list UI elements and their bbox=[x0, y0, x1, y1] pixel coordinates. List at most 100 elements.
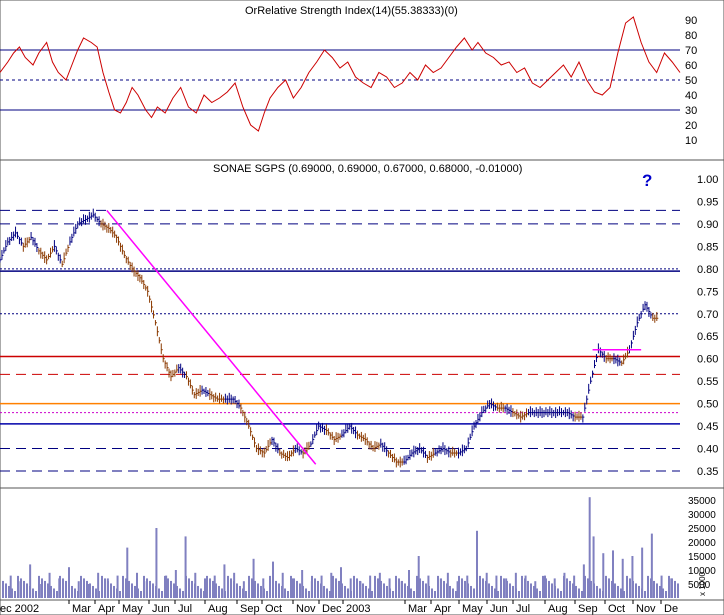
rsi-panel: OrRelative Strength Index(14)(55.38333)(… bbox=[0, 0, 724, 161]
volume-bar bbox=[296, 580, 298, 598]
volume-bar bbox=[8, 585, 10, 598]
rsi-tick-label: 80 bbox=[685, 30, 697, 42]
x-axis-label: Jul bbox=[516, 603, 530, 615]
volume-bar bbox=[365, 585, 367, 598]
volume-bar bbox=[479, 575, 481, 598]
volume-bar bbox=[188, 578, 190, 598]
volume-bar bbox=[128, 580, 130, 598]
volume-bar bbox=[173, 583, 175, 598]
volume-bar bbox=[560, 591, 562, 598]
volume-bar bbox=[427, 575, 430, 598]
x-axis-label: Aug bbox=[208, 603, 228, 615]
volume-bar bbox=[356, 578, 358, 598]
volume-bar bbox=[68, 567, 70, 598]
volume-bar bbox=[19, 581, 22, 598]
volume-bar bbox=[417, 556, 420, 598]
volume-bar bbox=[165, 575, 168, 598]
x-axis-label: May bbox=[462, 603, 483, 615]
volume-bar bbox=[262, 578, 265, 598]
volume-bar bbox=[656, 583, 658, 598]
price-tick-label: 0.95 bbox=[697, 196, 718, 208]
volume-bar bbox=[95, 588, 97, 598]
volume-bar bbox=[456, 581, 459, 598]
volume-bar bbox=[408, 570, 410, 598]
volume-bar bbox=[320, 575, 323, 598]
volume-bar bbox=[425, 583, 427, 598]
volume-bar bbox=[197, 585, 199, 598]
volume-bar bbox=[80, 575, 82, 598]
volume-bar bbox=[349, 578, 352, 598]
volume-bar bbox=[158, 588, 160, 598]
volume-bar bbox=[660, 575, 663, 598]
volume-bar bbox=[347, 588, 349, 598]
volume-bar bbox=[401, 580, 403, 598]
volume-bar bbox=[56, 591, 58, 598]
volume-bar bbox=[461, 578, 463, 598]
volume-bar bbox=[92, 585, 94, 598]
volume-bar bbox=[266, 591, 268, 598]
volume-bar bbox=[602, 553, 605, 598]
price-panel: SONAE SGPS (0.69000, 0.69000, 0.67000, 0… bbox=[0, 159, 724, 489]
volume-bar bbox=[236, 583, 238, 598]
volume-bar bbox=[110, 583, 112, 598]
price-tick-label: 0.40 bbox=[697, 444, 718, 456]
volume-bar bbox=[566, 578, 568, 598]
price-tick-label: 0.55 bbox=[697, 376, 718, 388]
volume-bar bbox=[395, 575, 397, 598]
volume-bar bbox=[2, 580, 4, 598]
volume-bar bbox=[431, 588, 433, 598]
rsi-tick-label: 90 bbox=[685, 15, 697, 27]
volume-bar bbox=[71, 585, 73, 598]
volume-bar bbox=[65, 580, 67, 598]
volume-bar bbox=[544, 575, 546, 598]
volume-bar bbox=[332, 575, 334, 598]
volume-bar bbox=[569, 580, 571, 598]
volume-bar bbox=[206, 575, 208, 598]
volume-bar bbox=[308, 591, 310, 598]
volume-bar bbox=[281, 572, 284, 598]
volume-bar bbox=[500, 575, 502, 598]
x-axis-label: 2003 bbox=[346, 603, 370, 615]
x-axis-label: Nov bbox=[296, 603, 316, 615]
volume-bar bbox=[221, 588, 223, 598]
volume-bar bbox=[41, 578, 43, 598]
volume-bar bbox=[9, 575, 12, 598]
volume-bar bbox=[392, 591, 394, 598]
volume-bar bbox=[323, 585, 325, 598]
volume-bar bbox=[260, 585, 262, 598]
volume-bar bbox=[617, 585, 619, 598]
x-axis-label: Sep bbox=[578, 603, 598, 615]
volume-bar bbox=[422, 580, 424, 598]
volume-bar bbox=[614, 583, 616, 598]
volume-bar bbox=[588, 497, 591, 598]
volume-bar bbox=[488, 583, 490, 598]
x-axis-label: Sep bbox=[240, 603, 260, 615]
rsi-tick-label: 70 bbox=[685, 45, 697, 57]
volume-bar bbox=[362, 583, 364, 598]
volume-bar bbox=[194, 572, 197, 598]
volume-bar bbox=[534, 581, 537, 598]
volume-bar bbox=[131, 583, 133, 598]
volume-bar bbox=[330, 572, 333, 598]
volume-bar bbox=[62, 578, 64, 598]
volume-bar bbox=[310, 581, 313, 598]
volume-bar bbox=[608, 578, 610, 598]
volume-bar bbox=[77, 581, 80, 598]
x-axis-label: Nov bbox=[636, 603, 656, 615]
volume-bar bbox=[230, 578, 232, 598]
volume-bar bbox=[269, 575, 271, 598]
volume-bar bbox=[524, 575, 527, 598]
volume-bar bbox=[378, 572, 381, 598]
volume-bar bbox=[301, 570, 304, 598]
volume-bar bbox=[122, 575, 124, 598]
volume-bar bbox=[404, 583, 406, 598]
price-tick-label: 0.65 bbox=[697, 331, 718, 343]
x-axis-label: Oct bbox=[265, 603, 282, 615]
volume-bar bbox=[245, 591, 247, 598]
volume-bar bbox=[35, 591, 37, 598]
rsi-tick-label: 60 bbox=[685, 60, 697, 72]
volume-bar bbox=[443, 580, 445, 598]
volume-bar bbox=[200, 588, 202, 598]
volume-tick-label: 15000 bbox=[688, 552, 716, 563]
volume-bar bbox=[473, 588, 475, 598]
